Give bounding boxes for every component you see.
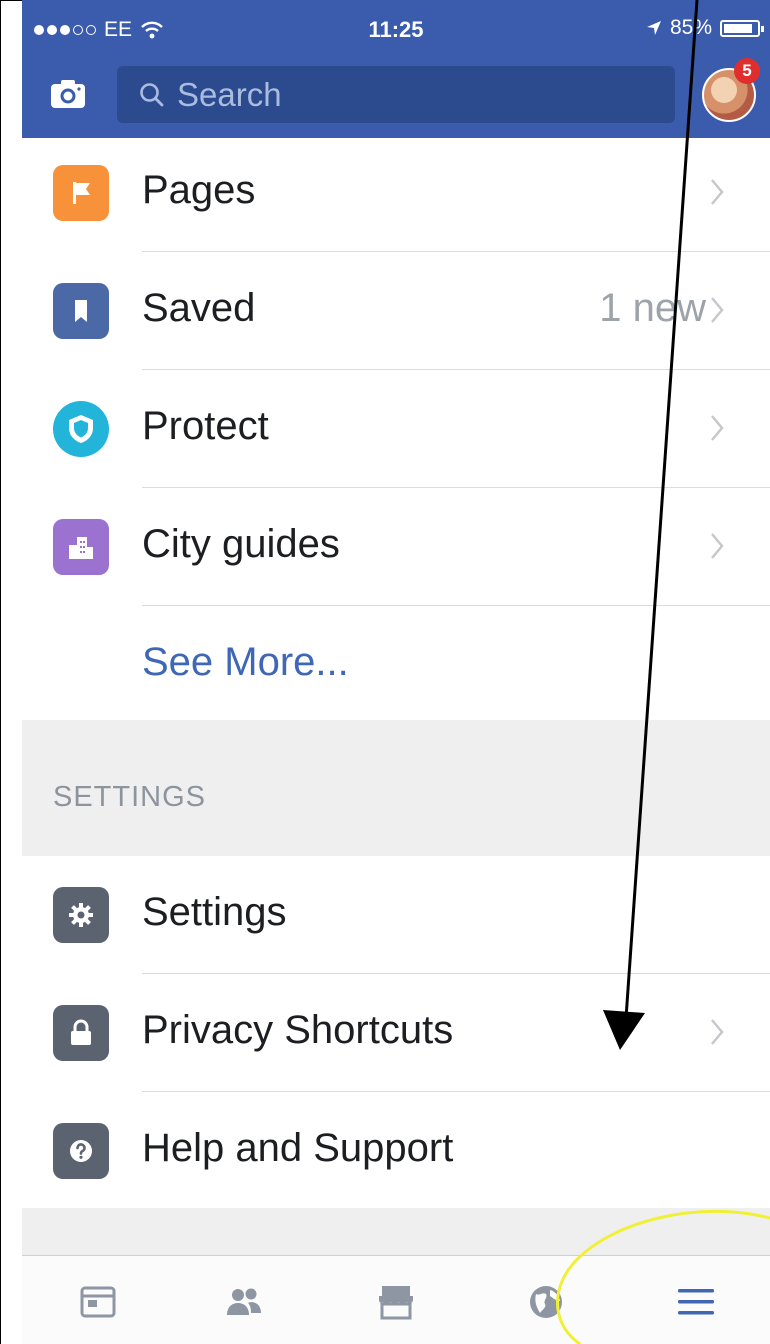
flag-icon bbox=[53, 165, 109, 221]
menu-item-protect[interactable]: Protect bbox=[22, 370, 770, 488]
notifications-globe-icon[interactable] bbox=[526, 1282, 566, 1322]
saved-new-count: 1 new bbox=[599, 286, 706, 330]
chevron-right-icon bbox=[711, 1019, 724, 1045]
friends-icon[interactable] bbox=[224, 1282, 264, 1322]
chevron-right-icon bbox=[711, 533, 724, 559]
bottom-tab-bar bbox=[22, 1255, 770, 1344]
menu-item-label: Saved bbox=[142, 286, 256, 330]
chevron-right-icon bbox=[711, 415, 724, 441]
phone-screen: EE 11:25 85% Search 5 Pages Saved 1 new … bbox=[22, 0, 770, 1344]
location-arrow-icon bbox=[646, 21, 661, 35]
menu-icon[interactable] bbox=[676, 1282, 716, 1322]
menu-item-label: Pages bbox=[142, 168, 256, 212]
gear-icon bbox=[53, 887, 109, 943]
news-feed-icon[interactable] bbox=[78, 1282, 118, 1322]
search-icon bbox=[140, 82, 164, 106]
menu-item-help-support[interactable]: Help and Support bbox=[22, 1092, 770, 1210]
menu-item-label: Privacy Shortcuts bbox=[142, 1008, 454, 1052]
battery-icon bbox=[720, 19, 764, 37]
search-placeholder: Search bbox=[177, 75, 282, 113]
menu-item-city-guides[interactable]: City guides bbox=[22, 488, 770, 606]
menu-item-label: City guides bbox=[142, 522, 340, 566]
chevron-right-icon bbox=[711, 179, 724, 205]
notification-badge: 5 bbox=[734, 58, 760, 84]
menu-item-settings[interactable]: Settings bbox=[22, 856, 770, 974]
divider bbox=[142, 605, 770, 606]
chevron-right-icon bbox=[711, 297, 724, 323]
lock-icon bbox=[53, 1005, 109, 1061]
buildings-icon bbox=[53, 519, 109, 575]
search-input[interactable]: Search bbox=[117, 66, 675, 123]
menu-item-pages[interactable]: Pages bbox=[22, 134, 770, 252]
settings-section-title: SETTINGS bbox=[53, 781, 207, 813]
app-header: EE 11:25 85% Search 5 bbox=[22, 0, 770, 138]
marketplace-icon[interactable] bbox=[376, 1282, 416, 1322]
see-more-link[interactable]: See More... bbox=[142, 640, 349, 685]
menu-item-label: Protect bbox=[142, 404, 269, 448]
bookmark-icon bbox=[53, 283, 109, 339]
shield-icon bbox=[53, 401, 109, 457]
status-right: 85% bbox=[646, 16, 764, 40]
camera-icon[interactable] bbox=[50, 78, 86, 110]
menu-item-saved[interactable]: Saved 1 new bbox=[22, 252, 770, 370]
section-spacer bbox=[22, 1208, 770, 1256]
menu-item-label: Settings bbox=[142, 890, 287, 934]
status-bar: EE 11:25 85% bbox=[22, 0, 770, 60]
menu-item-privacy-shortcuts[interactable]: Privacy Shortcuts bbox=[22, 974, 770, 1092]
question-icon bbox=[53, 1123, 109, 1179]
menu-item-label: Help and Support bbox=[142, 1126, 454, 1170]
battery-percent: 85% bbox=[669, 16, 712, 39]
